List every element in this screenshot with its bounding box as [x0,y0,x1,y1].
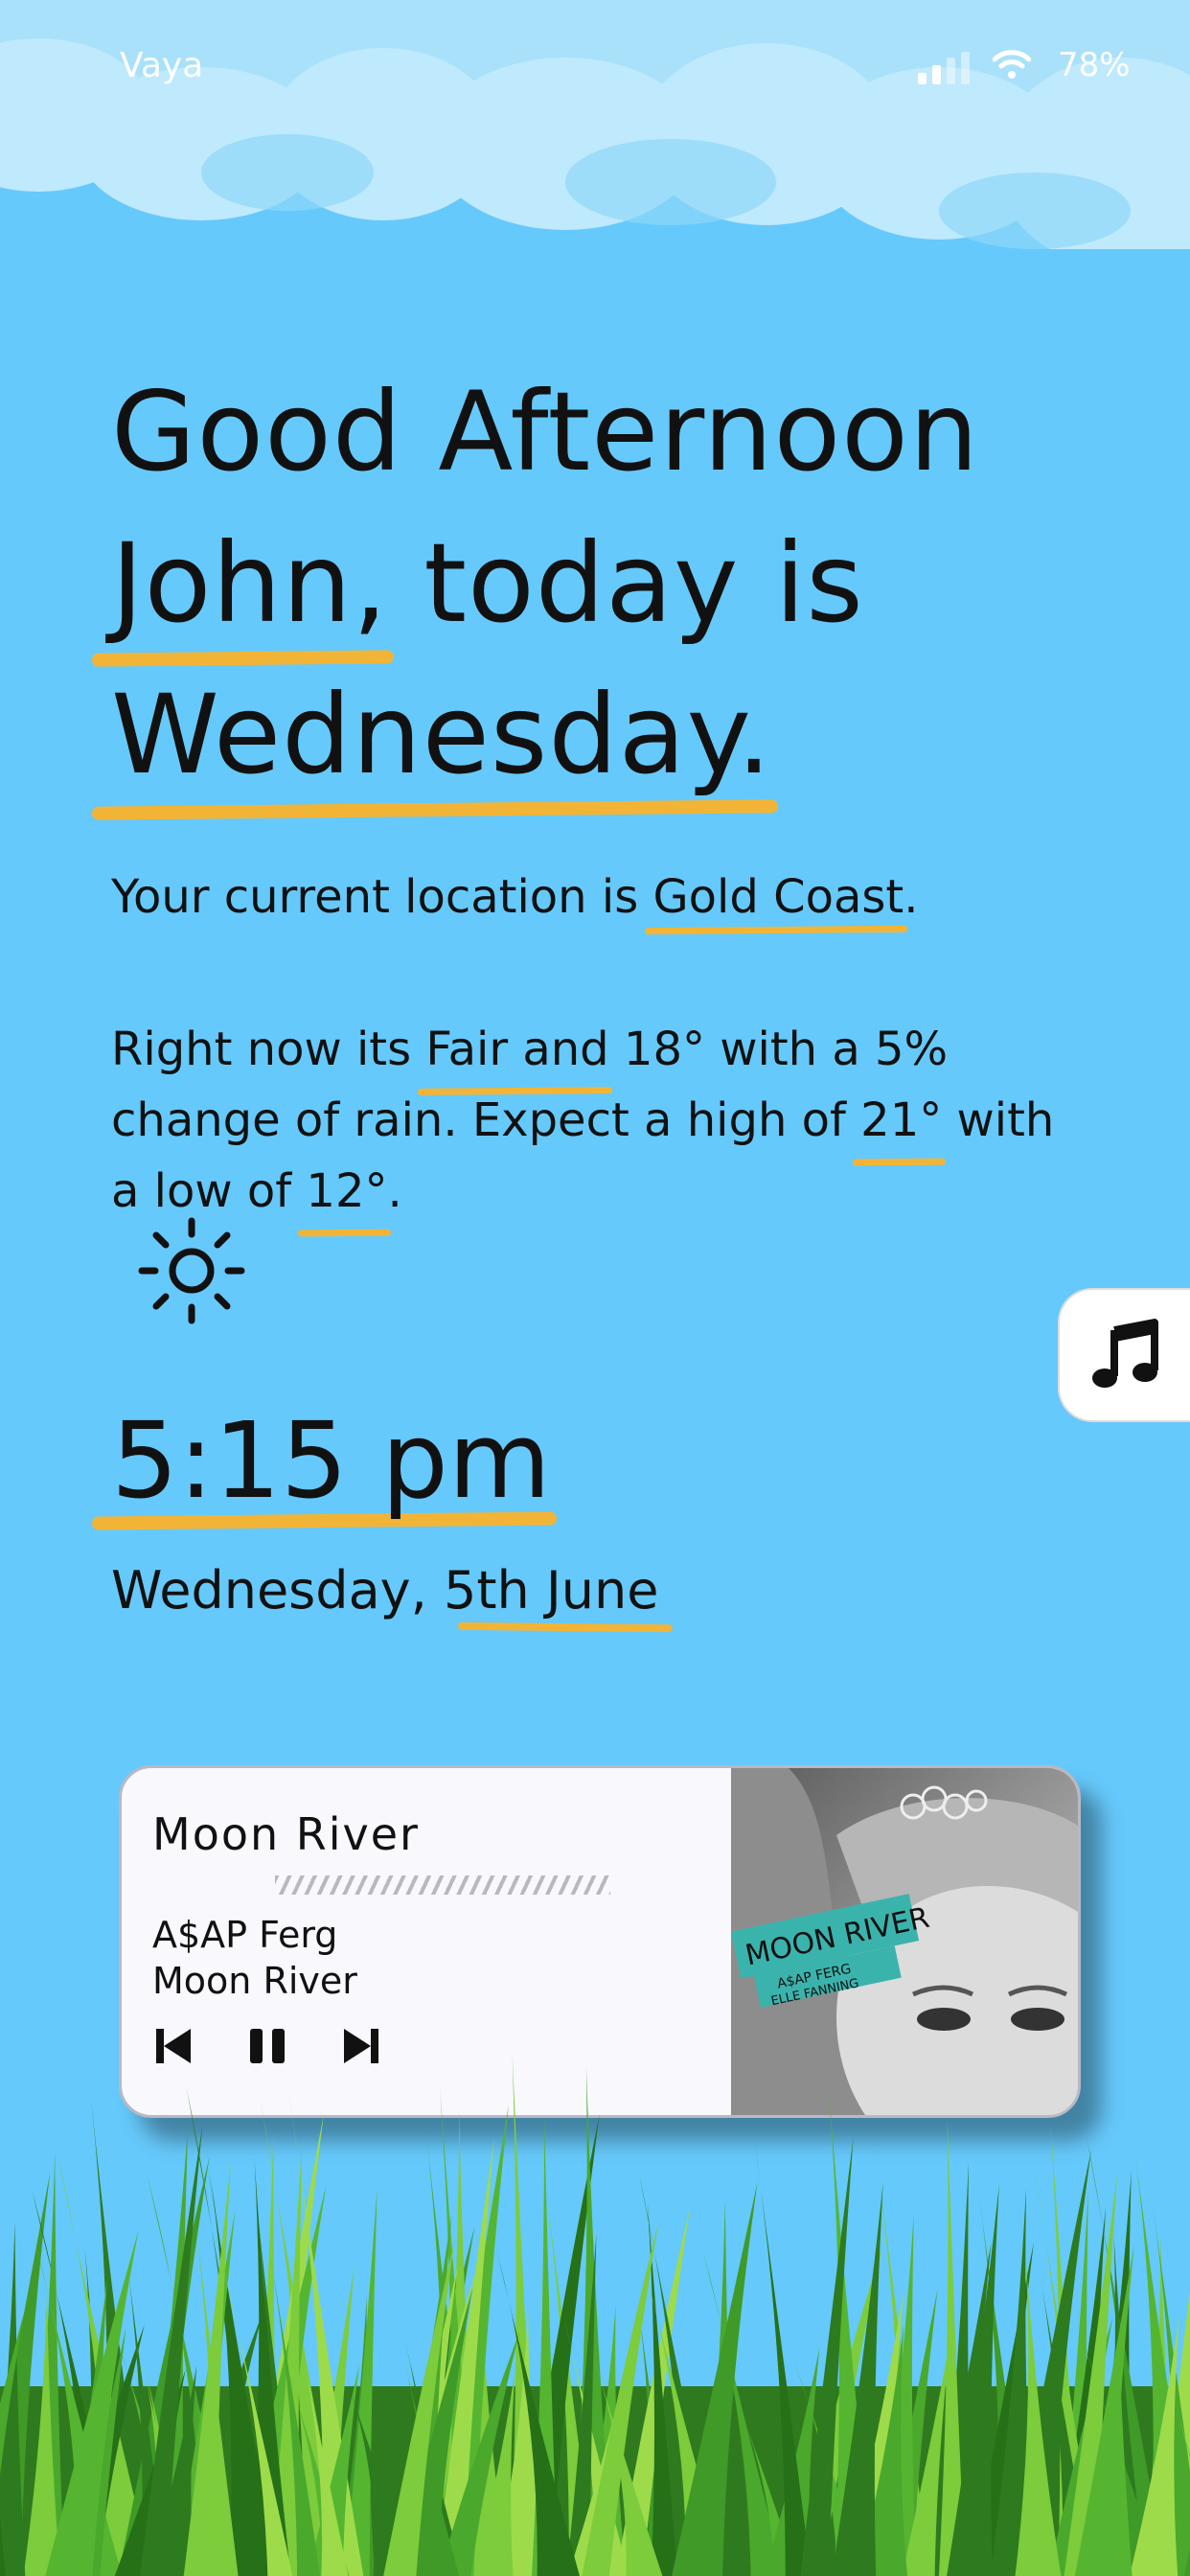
music-note-icon [1092,1319,1158,1388]
weather-summary: Right now its Fair and 18° with a 5% cha… [111,1014,1069,1227]
carrier-label: Vaya [120,46,204,85]
signal-icon [918,52,970,84]
status-bar: Vaya 78% [0,46,1190,94]
player-title: Moon River [152,1808,420,1860]
wifi-icon [993,50,1031,79]
weekday: Wednesday. [111,659,772,811]
greeting-heading: Good Afternoon John, today is Wednesday. [111,356,979,811]
user-name: John, [111,508,388,659]
music-tab-button[interactable] [1058,1288,1190,1422]
clouds-decoration [0,0,1190,249]
grass-decoration [0,2052,1190,2576]
player-artist: A$AP Ferg [152,1914,338,1956]
location-place: Gold Coast [652,870,904,924]
greeting-line-1: Good Afternoon [111,368,980,495]
clock-date: Wednesday, 5th June [111,1560,659,1621]
weather-condition: Fair and [425,1014,608,1085]
greeting-line-2: John, today is [111,508,979,659]
player-track: Moon River [152,1960,357,2002]
date-underline-decoration [457,1622,674,1633]
location-text: Your current location is Gold Coast. [111,870,919,924]
sun-icon [138,1217,245,1324]
clock-time: 5:15 pm [111,1399,551,1522]
playback-progress[interactable] [275,1875,610,1895]
greeting-line-3: Wednesday. [111,659,979,811]
current-temp: 18° [623,1023,705,1076]
greeting-line-2-rest: today is [423,519,864,647]
low-temp: 12° [306,1156,387,1227]
battery-label: 78% [1058,46,1131,84]
high-temp: 21° [860,1085,942,1156]
